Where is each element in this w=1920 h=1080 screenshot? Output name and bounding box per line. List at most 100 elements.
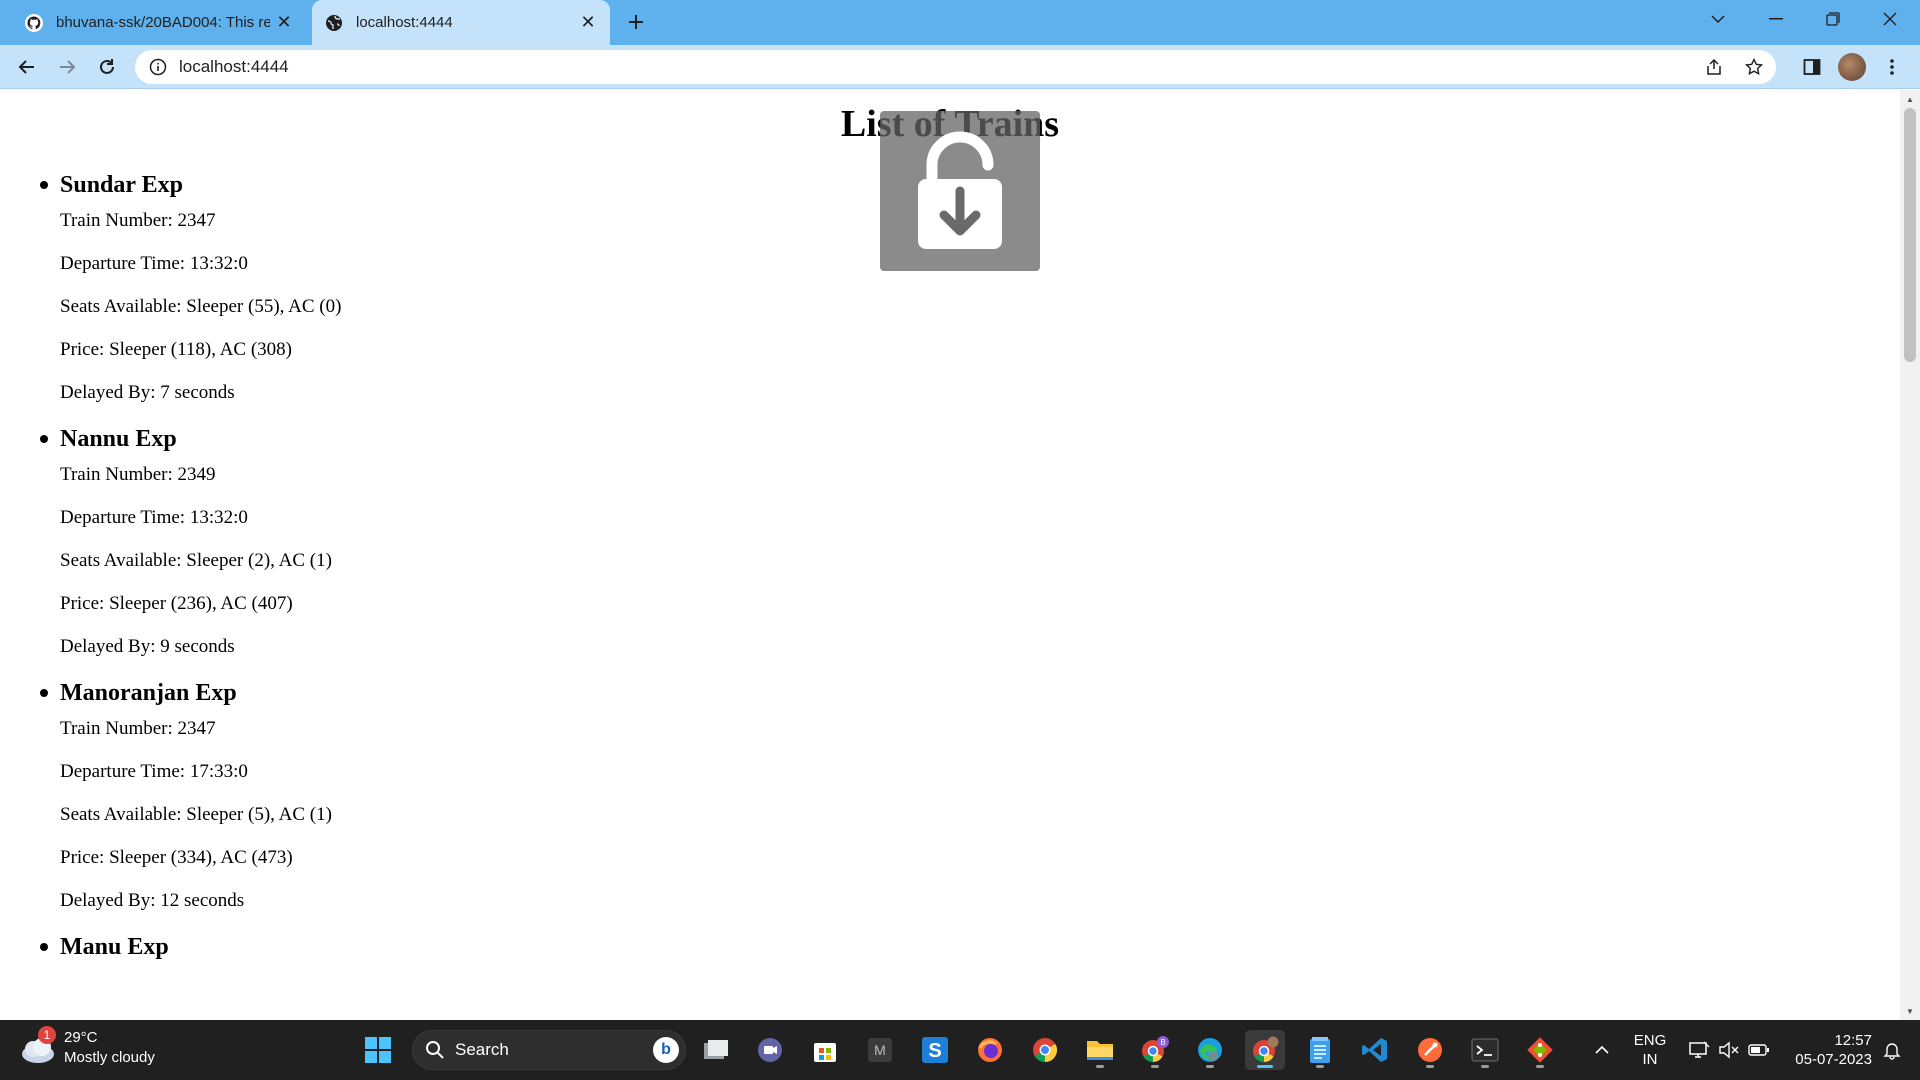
firefox-button[interactable]	[970, 1030, 1010, 1070]
close-icon[interactable]: ✕	[574, 9, 602, 37]
menu-button[interactable]	[1876, 51, 1908, 83]
bullet-icon	[40, 181, 48, 189]
microsoft-store-button[interactable]	[805, 1030, 845, 1070]
git-button[interactable]	[1520, 1030, 1560, 1070]
restore-icon	[1826, 12, 1840, 26]
battery-icon	[1748, 1044, 1769, 1056]
train-name: Sundar Exp	[60, 172, 183, 198]
postman-icon	[1418, 1038, 1442, 1062]
tab-title: bhuvana-ssk/20BAD004: This repo	[56, 14, 270, 31]
firefox-icon	[978, 1038, 1002, 1062]
start-button[interactable]	[358, 1030, 398, 1070]
share-button[interactable]	[1698, 50, 1730, 84]
bing-icon[interactable]: b	[653, 1037, 679, 1063]
profile-button[interactable]	[1836, 51, 1868, 83]
scroll-down-icon[interactable]: ▼	[1905, 1006, 1915, 1016]
running-indicator	[1206, 1065, 1214, 1068]
language-indicator[interactable]: ENG IN	[1628, 1020, 1672, 1080]
reload-button[interactable]	[91, 51, 123, 83]
scrollbar-thumb[interactable]	[1904, 108, 1916, 362]
bullet-icon	[40, 943, 48, 951]
app-m-button[interactable]: M	[860, 1030, 900, 1070]
notepad-button[interactable]	[1300, 1030, 1340, 1070]
train-name: Manu Exp	[60, 934, 169, 960]
tab-localhost[interactable]: localhost:4444 ✕	[312, 0, 610, 45]
notifications-button[interactable]	[1876, 1020, 1908, 1080]
train-item: Manu Exp	[40, 930, 341, 964]
back-button[interactable]	[11, 51, 43, 83]
edge-icon	[1198, 1038, 1222, 1062]
notepad-icon	[1310, 1037, 1330, 1063]
terminal-button[interactable]	[1465, 1030, 1505, 1070]
restore-button[interactable]	[1805, 0, 1861, 38]
globe-icon	[324, 13, 344, 33]
chrome-button[interactable]	[1025, 1030, 1065, 1070]
seats-available: Seats Available: Sleeper (55), AC (0)	[60, 296, 342, 317]
weather-widget[interactable]: 1 29°C Mostly cloudy	[18, 1026, 155, 1068]
side-panel-icon	[1803, 59, 1821, 75]
edge-button[interactable]	[1190, 1030, 1230, 1070]
clock[interactable]: 12:57 05-07-2023	[1776, 1020, 1872, 1080]
cloud-icon: 1	[18, 1026, 58, 1068]
region-code: IN	[1642, 1051, 1658, 1068]
postman-button[interactable]	[1410, 1030, 1450, 1070]
delayed-by: Delayed By: 12 seconds	[60, 890, 245, 911]
chrome-active-button[interactable]	[1245, 1030, 1285, 1070]
train-number: Train Number: 2349	[60, 464, 216, 485]
vscode-icon	[1362, 1038, 1387, 1062]
weather-temp: 29°C	[64, 1029, 98, 1046]
side-panel-button[interactable]	[1796, 51, 1828, 83]
price: Price: Sleeper (236), AC (407)	[60, 593, 293, 614]
delayed-by: Delayed By: 7 seconds	[60, 382, 235, 403]
volume-button[interactable]	[1714, 1020, 1744, 1080]
running-indicator	[1426, 1065, 1434, 1068]
teams-chat-button[interactable]	[750, 1030, 790, 1070]
app-s-button[interactable]: S	[915, 1030, 955, 1070]
tab-github[interactable]: bhuvana-ssk/20BAD004: This repo ✕	[12, 0, 306, 45]
scroll-up-icon[interactable]: ▲	[1905, 94, 1915, 104]
taskbar-search[interactable]: Search b	[412, 1030, 686, 1070]
volume-muted-icon	[1719, 1041, 1739, 1059]
running-indicator	[1151, 1065, 1159, 1068]
departure-time: Departure Time: 13:32:0	[60, 253, 248, 274]
train-item: Manoranjan Exp Train Number: 2347 Depart…	[40, 676, 341, 930]
running-indicator	[1316, 1065, 1324, 1068]
show-hidden-icons-button[interactable]	[1588, 1020, 1616, 1080]
info-icon[interactable]	[149, 58, 167, 76]
browser-titlebar: bhuvana-ssk/20BAD004: This repo ✕ localh…	[0, 0, 1920, 45]
close-window-button[interactable]	[1862, 0, 1918, 38]
active-indicator	[1257, 1065, 1273, 1068]
notification-badge: 1	[38, 1026, 56, 1044]
address-bar[interactable]: localhost:4444	[135, 50, 1776, 84]
download-overlay	[880, 111, 1040, 271]
seats-available: Seats Available: Sleeper (2), AC (1)	[60, 550, 332, 571]
chrome-profile-b-button[interactable]: B	[1135, 1030, 1175, 1070]
seats-available: Seats Available: Sleeper (5), AC (1)	[60, 804, 332, 825]
network-icon	[1689, 1041, 1710, 1058]
file-explorer-button[interactable]	[1080, 1030, 1120, 1070]
new-tab-button[interactable]	[622, 8, 650, 36]
bookmark-button[interactable]	[1738, 50, 1770, 84]
minimize-button[interactable]	[1748, 0, 1804, 38]
vscode-button[interactable]	[1355, 1030, 1395, 1070]
page-scrollbar[interactable]: ▲ ▼	[1900, 90, 1920, 1020]
chrome-icon	[1033, 1038, 1058, 1062]
avatar	[1838, 53, 1866, 81]
search-icon	[426, 1041, 444, 1059]
forward-button[interactable]	[51, 51, 83, 83]
address-text[interactable]: localhost:4444	[179, 57, 289, 77]
train-number: Train Number: 2347	[60, 210, 216, 231]
train-item: Sundar Exp Train Number: 2347 Departure …	[40, 168, 342, 422]
train-item: Nannu Exp Train Number: 2349 Departure T…	[40, 422, 341, 676]
svg-text:B: B	[1160, 1038, 1165, 1047]
arrow-left-icon	[18, 60, 34, 74]
taskbar: 1 29°C Mostly cloudy Search b M S B ENG …	[0, 1020, 1920, 1080]
network-button[interactable]	[1684, 1020, 1714, 1080]
minimize-icon	[1769, 18, 1783, 20]
tab-search-button[interactable]	[1690, 0, 1746, 38]
battery-button[interactable]	[1744, 1020, 1774, 1080]
close-icon[interactable]: ✕	[270, 9, 298, 37]
weather-condition: Mostly cloudy	[64, 1049, 155, 1066]
task-view-button[interactable]	[696, 1030, 736, 1070]
svg-text:S: S	[928, 1040, 941, 1062]
